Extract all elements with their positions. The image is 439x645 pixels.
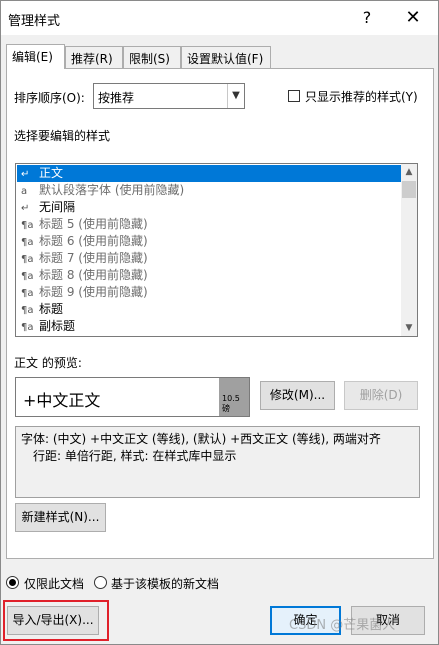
- linked-style-icon: ¶a: [21, 220, 34, 231]
- title-bar: 管理样式 ? ✕: [1, 1, 438, 35]
- this-document-label: 仅限此文档: [24, 577, 85, 591]
- list-item[interactable]: ¶a 标题: [17, 301, 402, 318]
- tab-edit[interactable]: 编辑(E): [6, 44, 65, 69]
- watermark: CSDN @芒果菌人: [289, 618, 396, 633]
- scrollbar-thumb[interactable]: [402, 181, 416, 198]
- sort-order-select[interactable]: 按推荐 ▼: [93, 83, 245, 109]
- linked-style-icon: ¶a: [21, 237, 34, 248]
- list-item[interactable]: ¶a 标题 6 (使用前隐藏): [17, 233, 402, 250]
- preview-text: +中文正文: [23, 391, 101, 410]
- paragraph-mark-icon: ↵: [21, 203, 30, 214]
- linked-style-icon: ¶a: [21, 322, 34, 333]
- tab-restrict[interactable]: 限制(S): [123, 46, 181, 69]
- font-size-value: 10.5 磅: [222, 394, 240, 413]
- list-item[interactable]: ↵ 无间隔: [17, 199, 402, 216]
- import-export-button[interactable]: 导入/导出(X)...: [7, 606, 99, 635]
- modify-button[interactable]: 修改(M)...: [260, 381, 335, 410]
- style-name: 标题 8 (使用前隐藏): [39, 268, 148, 282]
- chevron-down-icon[interactable]: ▼: [227, 84, 244, 108]
- preview-label: 正文 的预览:: [14, 356, 82, 370]
- linked-style-icon: ¶a: [21, 271, 34, 282]
- new-documents-radio[interactable]: [94, 576, 107, 589]
- list-item[interactable]: ¶a 标题 8 (使用前隐藏): [17, 267, 402, 284]
- description-line-1: 字体: (中文) +中文正文 (等线), (默认) +西文正文 (等线), 两端…: [21, 432, 381, 446]
- new-style-button[interactable]: 新建样式(N)...: [15, 503, 106, 532]
- this-document-radio[interactable]: [6, 576, 19, 589]
- list-item[interactable]: ¶a 标题 9 (使用前隐藏): [17, 284, 402, 301]
- manage-styles-dialog: 管理样式 ? ✕ 编辑(E) 推荐(R) 限制(S) 设置默认值(F) 排序顺序…: [0, 0, 439, 645]
- paragraph-mark-icon: ↵: [21, 169, 30, 180]
- sort-order-value: 按推荐: [98, 91, 135, 105]
- character-style-icon: a: [21, 186, 28, 197]
- dialog-title: 管理样式: [8, 14, 61, 29]
- tab-recommend[interactable]: 推荐(R): [65, 46, 123, 69]
- linked-style-icon: ¶a: [21, 305, 34, 316]
- scroll-down-arrow-icon[interactable]: ▼: [401, 320, 417, 336]
- style-name: 副标题: [39, 319, 76, 333]
- style-name: 标题 7 (使用前隐藏): [39, 251, 148, 265]
- list-item[interactable]: ↵ 正文: [17, 165, 402, 182]
- description-line-2: 行距: 单倍行距, 样式: 在样式库中显示: [33, 449, 237, 463]
- delete-button[interactable]: 删除(D): [344, 381, 418, 410]
- style-name: 标题: [39, 302, 64, 316]
- scroll-up-arrow-icon[interactable]: ▲: [401, 164, 417, 180]
- linked-style-icon: ¶a: [21, 254, 34, 265]
- sort-order-label: 排序顺序(O):: [14, 91, 85, 105]
- style-list-scrollbar[interactable]: ▲ ▼: [401, 164, 417, 336]
- style-name: 正文: [39, 166, 64, 180]
- linked-style-icon: ¶a: [21, 288, 34, 299]
- tab-set-defaults[interactable]: 设置默认值(F): [181, 46, 271, 69]
- help-button[interactable]: ?: [344, 1, 390, 35]
- list-item[interactable]: ¶a 副标题: [17, 318, 402, 335]
- edit-tab-panel: 排序顺序(O): 按推荐 ▼ 只显示推荐的样式(Y) 选择要编辑的样式 ↵ 正文 …: [6, 68, 434, 559]
- font-size-badge: 10.5 磅: [219, 378, 249, 416]
- list-item[interactable]: a 默认段落字体 (使用前隐藏): [17, 182, 402, 199]
- style-name: 标题 6 (使用前隐藏): [39, 234, 148, 248]
- new-documents-label: 基于该模板的新文档: [111, 577, 220, 591]
- style-preview: +中文正文 10.5 磅: [15, 377, 250, 417]
- list-item[interactable]: ¶a 标题 5 (使用前隐藏): [17, 216, 402, 233]
- style-name: 标题 9 (使用前隐藏): [39, 285, 148, 299]
- style-name: 默认段落字体 (使用前隐藏): [39, 183, 185, 197]
- style-description: 字体: (中文) +中文正文 (等线), (默认) +西文正文 (等线), 两端…: [15, 426, 420, 498]
- only-recommended-checkbox[interactable]: [288, 90, 300, 102]
- style-name: 无间隔: [39, 200, 76, 214]
- only-recommended-label: 只显示推荐的样式(Y): [305, 90, 418, 104]
- select-style-label: 选择要编辑的样式: [14, 129, 111, 143]
- style-name: 标题 5 (使用前隐藏): [39, 217, 148, 231]
- list-item[interactable]: ¶a 标题 7 (使用前隐藏): [17, 250, 402, 267]
- close-button[interactable]: ✕: [390, 1, 436, 35]
- style-list[interactable]: ↵ 正文 a 默认段落字体 (使用前隐藏) ↵ 无间隔 ¶a 标题 5 (使用前隐藏) …: [15, 163, 418, 337]
